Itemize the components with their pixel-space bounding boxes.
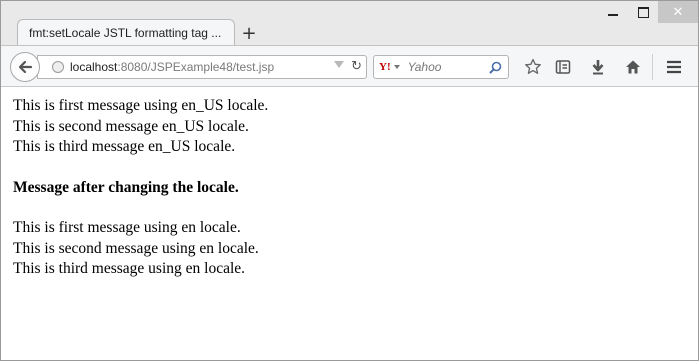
search-bar[interactable]: Y! Yahoo xyxy=(373,55,509,79)
close-icon: ✕ xyxy=(672,4,684,20)
address-bar[interactable]: localhost:8080/JSPExample48/test.jsp ↻ xyxy=(37,55,367,79)
globe-icon xyxy=(52,61,64,73)
message-line: This is first message using en_US locale… xyxy=(13,97,269,114)
back-arrow-icon xyxy=(18,60,33,74)
download-icon[interactable] xyxy=(589,58,607,76)
url-text: localhost:8080/JSPExample48/test.jsp xyxy=(70,60,274,74)
url-path: :8080/JSPExample48/test.jsp xyxy=(117,60,275,74)
message-line: This is first message using en locale. xyxy=(13,219,241,236)
message-line: This is second message en_US locale. xyxy=(13,117,249,135)
close-button[interactable]: ✕ xyxy=(658,1,698,23)
reading-list-icon[interactable] xyxy=(554,58,572,76)
back-button[interactable] xyxy=(10,52,40,82)
engine-dropdown-icon[interactable] xyxy=(393,65,400,69)
window-controls: ✕ xyxy=(598,1,698,25)
url-host: localhost xyxy=(70,60,118,74)
minimize-icon xyxy=(608,14,618,16)
home-icon[interactable] xyxy=(624,58,642,76)
locale-change-heading: Message after changing the locale. xyxy=(13,178,239,196)
toolbar-separator xyxy=(652,54,653,80)
navigation-toolbar: localhost:8080/JSPExample48/test.jsp ↻ Y… xyxy=(1,45,698,87)
minimize-button[interactable] xyxy=(598,1,628,23)
menu-icon[interactable] xyxy=(665,58,683,76)
bookmark-star-icon[interactable] xyxy=(524,58,542,76)
page-content: This is first message using en_US locale… xyxy=(1,87,698,360)
maximize-icon xyxy=(637,6,649,18)
message-line: This is second message using en locale. xyxy=(13,239,259,257)
search-glass-icon[interactable] xyxy=(489,61,502,74)
search-input[interactable]: Yahoo xyxy=(408,60,489,74)
message-line: This is third message en_US locale. xyxy=(13,138,236,155)
browser-tab[interactable]: fmt:setLocale JSTL formatting tag ... xyxy=(17,19,235,45)
yahoo-logo: Y! xyxy=(379,61,391,73)
browser-window: fmt:setLocale JSTL formatting tag ... + … xyxy=(0,0,699,361)
dropdown-icon[interactable] xyxy=(334,61,344,68)
message-line: This is third message using en locale. xyxy=(13,260,246,277)
tab-title: fmt:setLocale JSTL formatting tag ... xyxy=(29,25,222,40)
title-bar: fmt:setLocale JSTL formatting tag ... + … xyxy=(1,1,698,45)
reload-icon[interactable]: ↻ xyxy=(351,59,362,74)
maximize-button[interactable] xyxy=(628,1,658,23)
new-tab-button[interactable]: + xyxy=(239,23,259,44)
